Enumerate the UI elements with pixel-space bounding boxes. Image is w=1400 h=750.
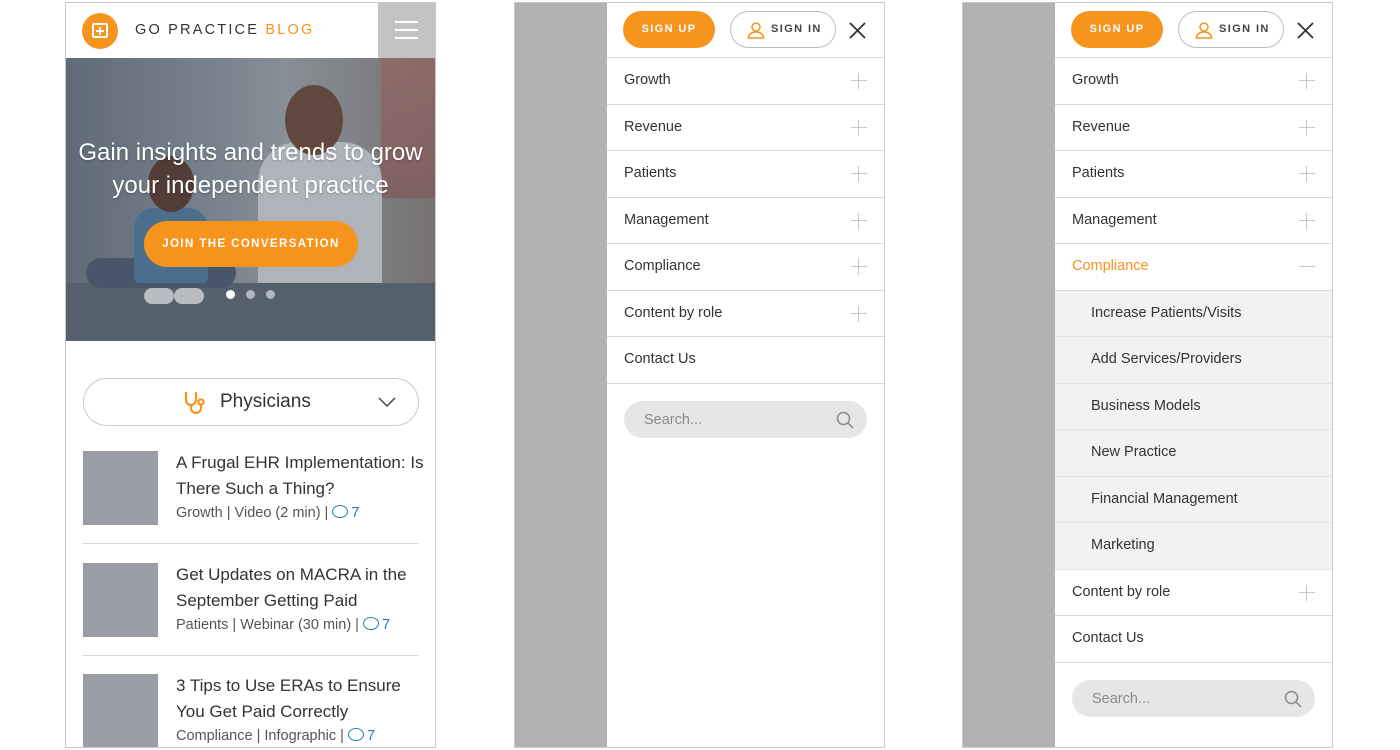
menu-item-content-by-role[interactable]: Content by role (1055, 569, 1332, 616)
plus-icon[interactable] (1299, 119, 1315, 136)
plus-icon[interactable] (851, 212, 867, 229)
carousel-dot-2[interactable] (246, 290, 255, 299)
plus-icon[interactable] (1299, 212, 1315, 229)
close-icon[interactable] (849, 22, 866, 39)
menu-item-content-by-role[interactable]: Content by role (607, 290, 884, 337)
submenu-item[interactable]: Marketing (1055, 523, 1332, 570)
drawer-header: SIGN UP SIGN IN (1055, 3, 1332, 58)
nav-drawer: SIGN UP SIGN IN Growth Revenue Patients … (607, 3, 884, 747)
article-title[interactable]: Get Updates on MACRA in the September Ge… (176, 562, 426, 613)
plus-icon[interactable] (851, 73, 867, 89)
menu-item-revenue[interactable]: Revenue (1055, 104, 1332, 151)
submenu-item[interactable]: Increase Patients/Visits (1055, 290, 1332, 337)
submenu-item[interactable]: New Practice (1055, 430, 1332, 477)
menu-item-contact-us[interactable]: Contact Us (1055, 616, 1332, 663)
plus-icon[interactable] (851, 305, 867, 322)
user-icon (747, 22, 765, 39)
logo-icon[interactable] (82, 13, 118, 49)
chevron-down-icon (378, 397, 396, 408)
plus-icon[interactable] (851, 166, 867, 182)
phone-home-screen: GO PRACTICE BLOG Gain insights and trend… (65, 2, 436, 748)
menu-item-management[interactable]: Management (1055, 197, 1332, 244)
phone-menu-open: GO PRACTICE BLOG Gain insights and trend… (514, 2, 885, 748)
search-icon[interactable] (836, 411, 854, 429)
article-meta: Growth | Video (2 min) | 7 (176, 505, 360, 521)
article-thumbnail[interactable] (83, 674, 158, 747)
plus-icon[interactable] (851, 119, 867, 136)
comment-icon (362, 617, 379, 630)
comment-count[interactable]: 7 (351, 505, 359, 521)
comment-icon (332, 505, 349, 518)
menu-item-growth[interactable]: Growth (607, 58, 884, 105)
search-input[interactable] (1072, 680, 1315, 717)
join-conversation-button[interactable]: JOIN THE CONVERSATION (144, 221, 358, 267)
sign-in-button[interactable]: SIGN IN (730, 11, 836, 48)
stethoscope-icon (184, 391, 205, 415)
role-dropdown[interactable]: Physicians (83, 378, 419, 426)
menu-item-compliance[interactable]: Compliance (607, 244, 884, 291)
hero-headline: Gain insights and trends to grow your in… (78, 139, 423, 199)
plus-icon[interactable] (1299, 584, 1315, 601)
submenu-item[interactable]: Financial Management (1055, 476, 1332, 523)
role-dropdown-value: Physicians (220, 391, 311, 412)
plus-icon[interactable] (851, 259, 867, 275)
article-thumbnail[interactable] (83, 451, 158, 525)
article-title[interactable]: A Frugal EHR Implementation: Is There Su… (176, 450, 426, 501)
submenu-item[interactable]: Add Services/Providers (1055, 337, 1332, 384)
menu-item-compliance-expanded[interactable]: Compliance (1055, 244, 1332, 291)
carousel-dot-3[interactable] (266, 290, 275, 299)
hamburger-menu-icon[interactable] (378, 3, 435, 58)
menu-item-patients[interactable]: Patients (607, 151, 884, 198)
home-screen: GO PRACTICE BLOG Gain insights and trend… (66, 3, 435, 747)
comment-count[interactable]: 7 (367, 728, 375, 744)
drawer-header: SIGN UP SIGN IN (607, 3, 884, 58)
plus-icon[interactable] (1299, 73, 1315, 89)
close-icon[interactable] (1297, 22, 1314, 39)
article-item[interactable]: A Frugal EHR Implementation: Is There Su… (83, 451, 424, 551)
nav-drawer: SIGN UP SIGN IN Growth Revenue Patients … (1055, 3, 1332, 747)
comment-icon (347, 728, 364, 741)
page-overlay[interactable] (963, 3, 1055, 747)
hero-banner: Gain insights and trends to grow your in… (66, 58, 435, 341)
article-item[interactable]: Get Updates on MACRA in the September Ge… (83, 563, 419, 663)
user-icon (1195, 22, 1213, 39)
search-input[interactable] (624, 401, 867, 438)
page-overlay[interactable] (515, 3, 607, 747)
sign-in-button[interactable]: SIGN IN (1178, 11, 1284, 48)
menu-item-revenue[interactable]: Revenue (607, 104, 884, 151)
article-item[interactable]: 3 Tips to Use ERAs to Ensure You Get Pai… (83, 674, 419, 747)
search-icon[interactable] (1284, 690, 1302, 708)
menu-item-growth[interactable]: Growth (1055, 58, 1332, 105)
plus-icon[interactable] (1299, 166, 1315, 182)
site-brand[interactable]: GO PRACTICE BLOG (135, 22, 314, 38)
article-meta: Patients | Webinar (30 min) | 7 (176, 617, 391, 633)
carousel-dot-1[interactable] (226, 290, 235, 299)
divider (83, 543, 419, 544)
site-header: GO PRACTICE BLOG (66, 3, 435, 58)
divider (83, 655, 419, 656)
minus-icon[interactable] (1299, 259, 1315, 275)
phone-menu-expanded: GO PRACTICE BLOG Gain insights and trend… (962, 2, 1333, 748)
carousel-dots (226, 290, 286, 300)
article-thumbnail[interactable] (83, 563, 158, 637)
submenu-item[interactable]: Business Models (1055, 383, 1332, 430)
menu-item-management[interactable]: Management (607, 197, 884, 244)
comment-count[interactable]: 7 (382, 617, 390, 633)
article-meta: Compliance | Infographic | 7 (176, 728, 376, 744)
menu-item-contact-us[interactable]: Contact Us (607, 337, 884, 384)
article-title[interactable]: 3 Tips to Use ERAs to Ensure You Get Pai… (176, 673, 426, 724)
sign-up-button[interactable]: SIGN UP (623, 11, 715, 48)
sign-up-button[interactable]: SIGN UP (1071, 11, 1163, 48)
menu-item-patients[interactable]: Patients (1055, 151, 1332, 198)
